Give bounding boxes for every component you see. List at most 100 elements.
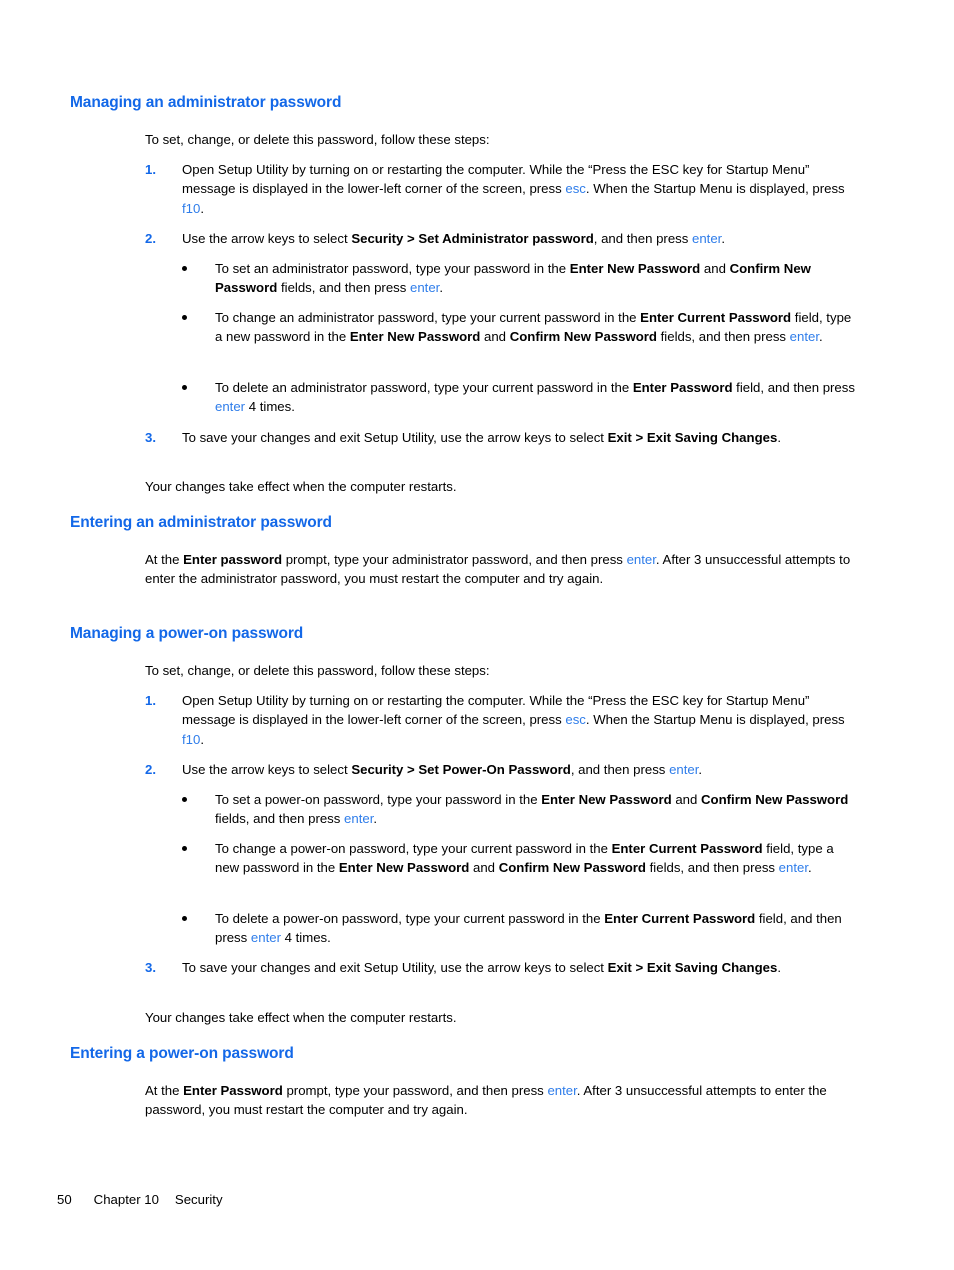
prompt-enter-password: Enter password [183, 552, 283, 567]
step-text: Open Setup Utility by turning on or rest… [182, 691, 857, 749]
bullet-dot-icon [182, 796, 187, 802]
heading-entering-administrator-password: Entering an administrator password [70, 514, 332, 531]
step-text-fragment: . [721, 231, 726, 246]
field-enter-new-password: Enter New Password [541, 792, 672, 807]
menu-path-security-set-power-on-password: Security > Set Power-On Password [351, 762, 571, 777]
field-enter-password: Enter Password [632, 380, 733, 395]
step-item: 1. Open Setup Utility by turning on or r… [145, 691, 857, 749]
list-item: To set an administrator password, type y… [182, 259, 857, 298]
step-text: Open Setup Utility by turning on or rest… [182, 160, 857, 218]
text-fragment: and [480, 329, 510, 345]
text-fragment: . [808, 860, 812, 876]
field-enter-current-password: Enter Current Password [640, 310, 792, 325]
step-text-fragment: Use the arrow keys to select [182, 231, 352, 246]
list-item-text: To delete a power-on password, type your… [215, 909, 857, 948]
list-item: To delete a power-on password, type your… [182, 909, 857, 948]
text-fragment: fields, and then press [656, 329, 790, 345]
bullet-dot-icon [182, 265, 187, 271]
key-enter: enter [789, 329, 820, 345]
step-text-fragment: To save your changes and exit Setup Util… [182, 430, 608, 445]
key-enter: enter [692, 231, 722, 246]
key-enter: enter [547, 1083, 577, 1098]
key-enter: enter [626, 552, 656, 567]
text-fragment: To set a power-on password, type your pa… [215, 792, 542, 807]
text-fragment: . [819, 329, 823, 345]
list-item: To change a power-on password, type your… [182, 839, 857, 878]
paragraph-managing-admin-intro: To set, change, or delete this password,… [145, 132, 490, 147]
step-text-fragment: . When the Startup Menu is displayed, pr… [585, 181, 845, 197]
step-text-fragment: . [777, 960, 781, 975]
text-fragment: prompt, type your administrator password… [282, 552, 627, 567]
step-text-fragment: . [200, 200, 205, 216]
text-fragment: . [373, 811, 378, 827]
paragraph-managing-poweron-closing: Your changes take effect when the comput… [145, 1010, 457, 1025]
menu-path-exit-exit-saving-changes: Exit > Exit Saving Changes [607, 430, 778, 445]
list-item: To change an administrator password, typ… [182, 308, 857, 347]
step-text-fragment: . [200, 731, 205, 747]
key-enter: enter [215, 399, 246, 415]
step-text-fragment: . [777, 430, 781, 445]
text-fragment: 4 times. [245, 399, 295, 415]
text-fragment: and [469, 860, 499, 876]
text-fragment: fields, and then press [645, 860, 779, 876]
key-enter: enter [410, 280, 440, 296]
heading-managing-administrator-password: Managing an administrator password [70, 94, 342, 111]
list-item-text: To delete an administrator password, typ… [215, 378, 857, 417]
bullet-dot-icon [182, 915, 187, 921]
step-text-fragment: Use the arrow keys to select [182, 762, 352, 777]
document-page: Managing an administrator password To se… [0, 0, 954, 1270]
field-confirm-new-password: Confirm New Password [498, 860, 646, 876]
key-esc: esc [565, 181, 586, 197]
key-enter: enter [778, 860, 809, 876]
list-item-text: To set an administrator password, type y… [215, 259, 857, 298]
text-fragment: To delete a power-on password, type your… [215, 911, 605, 926]
text-fragment: fields, and then press [277, 280, 410, 296]
step-number: 1. [145, 693, 156, 708]
field-confirm-new-password: Confirm New Password [701, 792, 849, 807]
step-item: 2. Use the arrow keys to select Security… [145, 229, 857, 248]
field-confirm-new-password: Confirm New Password [509, 329, 657, 345]
key-esc: esc [565, 712, 586, 728]
step-item: 1. Open Setup Utility by turning on or r… [145, 160, 857, 218]
list-item: To set a power-on password, type your pa… [182, 790, 857, 829]
step-item: 2. Use the arrow keys to select Security… [145, 760, 857, 779]
key-f10: f10 [182, 731, 201, 747]
text-fragment: . [439, 280, 444, 296]
footer-page-number: 50 [57, 1192, 72, 1207]
step-number: 1. [145, 162, 156, 177]
step-text-fragment: , and then press [570, 762, 670, 777]
paragraph-managing-admin-closing: Your changes take effect when the comput… [145, 479, 457, 494]
step-item: 3. To save your changes and exit Setup U… [145, 428, 857, 447]
text-fragment: field, and then press [732, 380, 855, 395]
heading-entering-power-on-password: Entering a power-on password [70, 1045, 294, 1062]
bullet-dot-icon [182, 845, 187, 851]
text-fragment: To change an administrator password, typ… [215, 310, 641, 325]
step-text: To save your changes and exit Setup Util… [182, 958, 857, 977]
step-item: 3. To save your changes and exit Setup U… [145, 958, 857, 977]
step-text: Use the arrow keys to select Security > … [182, 760, 857, 779]
bullet-dot-icon [182, 384, 187, 390]
field-enter-current-password: Enter Current Password [611, 841, 763, 856]
paragraph-entering-poweron-body: At the Enter Password prompt, type your … [145, 1081, 857, 1120]
key-enter: enter [344, 811, 374, 827]
text-fragment: and [700, 261, 730, 276]
paragraph-entering-admin-body: At the Enter password prompt, type your … [145, 550, 857, 589]
key-f10: f10 [182, 200, 201, 216]
step-number: 2. [145, 231, 156, 246]
step-text: Use the arrow keys to select Security > … [182, 229, 857, 248]
text-fragment: prompt, type your password, and then pre… [282, 1083, 548, 1098]
bullet-dot-icon [182, 314, 187, 320]
step-number: 3. [145, 960, 156, 975]
step-text-fragment: . When the Startup Menu is displayed, pr… [585, 712, 845, 728]
text-fragment: To set an administrator password, type y… [215, 261, 570, 276]
field-enter-new-password: Enter New Password [349, 329, 481, 345]
list-item-text: To change an administrator password, typ… [215, 308, 857, 347]
list-item-text: To set a power-on password, type your pa… [215, 790, 857, 829]
field-enter-new-password: Enter New Password [569, 261, 701, 276]
text-fragment: To change a power-on password, type your… [215, 841, 612, 856]
text-fragment: At the [145, 552, 184, 567]
step-number: 2. [145, 762, 156, 777]
list-item: To delete an administrator password, typ… [182, 378, 857, 417]
prompt-enter-password: Enter Password [183, 1083, 283, 1098]
text-fragment: At the [145, 1083, 184, 1098]
